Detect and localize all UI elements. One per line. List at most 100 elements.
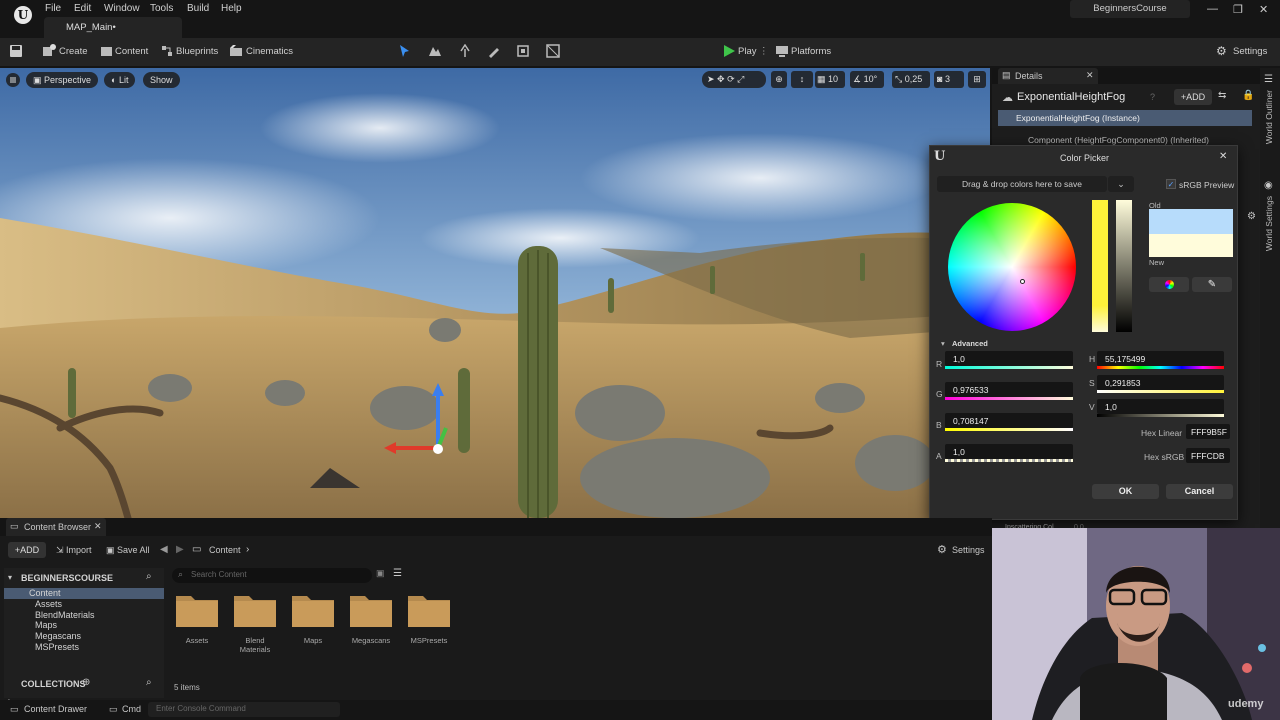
blueprint-icon[interactable]: ⇆: [1218, 90, 1226, 101]
folder-item[interactable]: MSPresets: [404, 592, 464, 662]
menu-edit[interactable]: Edit: [74, 3, 91, 14]
cmd-button[interactable]: Cmd: [122, 704, 141, 714]
folder-item[interactable]: Blend Materials: [230, 592, 290, 662]
search-icon[interactable]: ⌕: [146, 571, 152, 582]
menu-window[interactable]: Window: [104, 3, 140, 14]
collapse-icon[interactable]: ▾: [8, 573, 12, 582]
blueprints-button[interactable]: Blueprints: [176, 46, 218, 57]
tree-item-mspresets[interactable]: MSPresets: [35, 642, 79, 652]
filter-icon[interactable]: ☰: [393, 568, 402, 579]
create-button[interactable]: Create: [59, 46, 88, 57]
breadcrumb-content[interactable]: Content: [209, 545, 241, 555]
select-mode-icon[interactable]: [398, 44, 412, 58]
r-input[interactable]: 1,0: [945, 351, 1073, 366]
tree-item-content[interactable]: Content: [4, 588, 164, 599]
hex-linear-input[interactable]: FFF9B5F: [1186, 424, 1230, 439]
tab-content-browser[interactable]: ▭ Content Browser ✕: [6, 518, 106, 536]
perspective-button[interactable]: ▣ Perspective: [26, 72, 99, 88]
search-icon[interactable]: ⌕: [146, 677, 152, 688]
advanced-toggle-icon[interactable]: ▾: [941, 339, 945, 348]
viewport-layout-icon[interactable]: ⊞: [968, 71, 986, 88]
fracture-mode-icon[interactable]: [546, 44, 560, 58]
save-icon[interactable]: [9, 44, 23, 58]
play-button[interactable]: Play: [738, 46, 756, 57]
color-wheel-selector[interactable]: [1020, 279, 1025, 284]
instance-row[interactable]: ExponentialHeightFog (Instance): [998, 110, 1252, 126]
lock-icon[interactable]: 🔒: [1242, 90, 1254, 101]
rotation-snap-button[interactable]: ∡ 10°: [850, 71, 884, 88]
advanced-section-label[interactable]: Advanced: [952, 339, 988, 348]
save-search-icon[interactable]: ▣: [376, 568, 385, 579]
lit-button[interactable]: ◐ Lit: [104, 72, 136, 88]
value-slider[interactable]: [1116, 200, 1132, 332]
tab-details[interactable]: ▤ Details ✕: [998, 68, 1098, 84]
component-row[interactable]: Component (HeightFogComponent0) (Inherit…: [1028, 135, 1209, 145]
search-content-input[interactable]: ⌕ Search Content: [172, 568, 372, 583]
platforms-button[interactable]: Platforms: [791, 46, 831, 57]
maximize-button[interactable]: ❐: [1233, 3, 1243, 16]
add-button[interactable]: +ADD: [8, 542, 46, 558]
b-input[interactable]: 0,708147: [945, 413, 1073, 428]
h-input[interactable]: 55,175499: [1097, 351, 1224, 366]
close-icon[interactable]: ✕: [1219, 151, 1227, 162]
transform-tools[interactable]: ➤ ✥ ⟳ ⤢: [702, 71, 766, 88]
viewport-menu-icon[interactable]: [6, 73, 20, 87]
eyedropper-icon[interactable]: ✎: [1192, 277, 1232, 292]
folder-item[interactable]: Maps: [288, 592, 348, 662]
chevron-right-icon[interactable]: ›: [246, 544, 249, 555]
hex-srgb-input[interactable]: FFFCDB: [1186, 448, 1230, 463]
minimize-button[interactable]: —: [1207, 3, 1218, 15]
play-options-icon[interactable]: ⋮: [759, 46, 769, 57]
color-wheel[interactable]: [948, 203, 1076, 331]
g-input[interactable]: 0,976533: [945, 382, 1073, 397]
import-button[interactable]: ⇲ Import: [56, 545, 92, 556]
tree-item-assets[interactable]: Assets: [35, 599, 62, 609]
tree-item-megascans[interactable]: Megascans: [35, 631, 81, 641]
level-viewport[interactable]: ▣ Perspective ◐ Lit Show ➤ ✥ ⟳ ⤢ ⊕ ↕ ▦ 1…: [0, 68, 990, 518]
cancel-button[interactable]: Cancel: [1166, 484, 1233, 499]
tree-item-maps[interactable]: Maps: [35, 620, 57, 630]
folder-item[interactable]: Assets: [172, 592, 232, 662]
console-input[interactable]: Enter Console Command: [148, 702, 340, 717]
add-component-button[interactable]: +ADD: [1174, 89, 1212, 105]
v-input[interactable]: 1,0: [1097, 399, 1224, 414]
menu-tools[interactable]: Tools: [150, 3, 173, 14]
content-button[interactable]: Content: [115, 46, 148, 57]
scale-snap-button[interactable]: ⤡ 0,25: [892, 71, 930, 88]
content-drawer-button[interactable]: Content Drawer: [24, 704, 87, 714]
color-swatch-drop-area[interactable]: Drag & drop colors here to save: [937, 176, 1107, 192]
menu-build[interactable]: Build: [187, 3, 209, 14]
close-window-button[interactable]: ✕: [1259, 3, 1268, 16]
srgb-preview-checkbox[interactable]: ✓: [1166, 179, 1176, 189]
help-icon[interactable]: ?: [1150, 92, 1155, 102]
tab-map-main[interactable]: MAP_Main•: [44, 17, 182, 39]
play-icon[interactable]: [722, 44, 736, 58]
settings-button[interactable]: Settings: [1233, 46, 1267, 57]
snap-surface-icon[interactable]: ↕: [791, 71, 813, 88]
show-button[interactable]: Show: [143, 72, 180, 88]
menu-help[interactable]: Help: [221, 3, 242, 14]
forward-icon[interactable]: ▶: [176, 544, 184, 555]
s-input[interactable]: 0,291853: [1097, 375, 1224, 390]
camera-speed-button[interactable]: ◙ 3: [934, 71, 964, 88]
paint-mode-icon[interactable]: [487, 44, 501, 58]
cinematics-button[interactable]: Cinematics: [246, 46, 293, 57]
world-local-icon[interactable]: ⊕: [771, 71, 787, 88]
collections-header[interactable]: COLLECTIONS ⊕ ⌕: [4, 674, 164, 694]
chevron-down-icon[interactable]: ⌄: [1108, 176, 1134, 192]
details-gear-icon[interactable]: ⚙: [1247, 211, 1256, 222]
save-all-button[interactable]: ▣ Save All: [106, 545, 150, 556]
menu-file[interactable]: File: [45, 3, 61, 14]
foliage-mode-icon[interactable]: [458, 44, 472, 58]
world-settings-tab[interactable]: World Settings: [1264, 196, 1274, 251]
ok-button[interactable]: OK: [1092, 484, 1159, 499]
world-outliner-tab[interactable]: World Outliner: [1264, 90, 1274, 144]
grid-snap-button[interactable]: ▦ 10: [815, 71, 845, 88]
tree-item-blendmaterials[interactable]: BlendMaterials: [35, 610, 95, 620]
content-settings-button[interactable]: Settings: [952, 545, 985, 555]
modeling-mode-icon[interactable]: [516, 44, 530, 58]
add-collection-icon[interactable]: ⊕: [82, 677, 90, 688]
saturation-slider[interactable]: [1092, 200, 1108, 332]
back-icon[interactable]: ◀: [160, 544, 168, 555]
project-root-label[interactable]: BEGINNERSCOURSE: [21, 573, 113, 583]
